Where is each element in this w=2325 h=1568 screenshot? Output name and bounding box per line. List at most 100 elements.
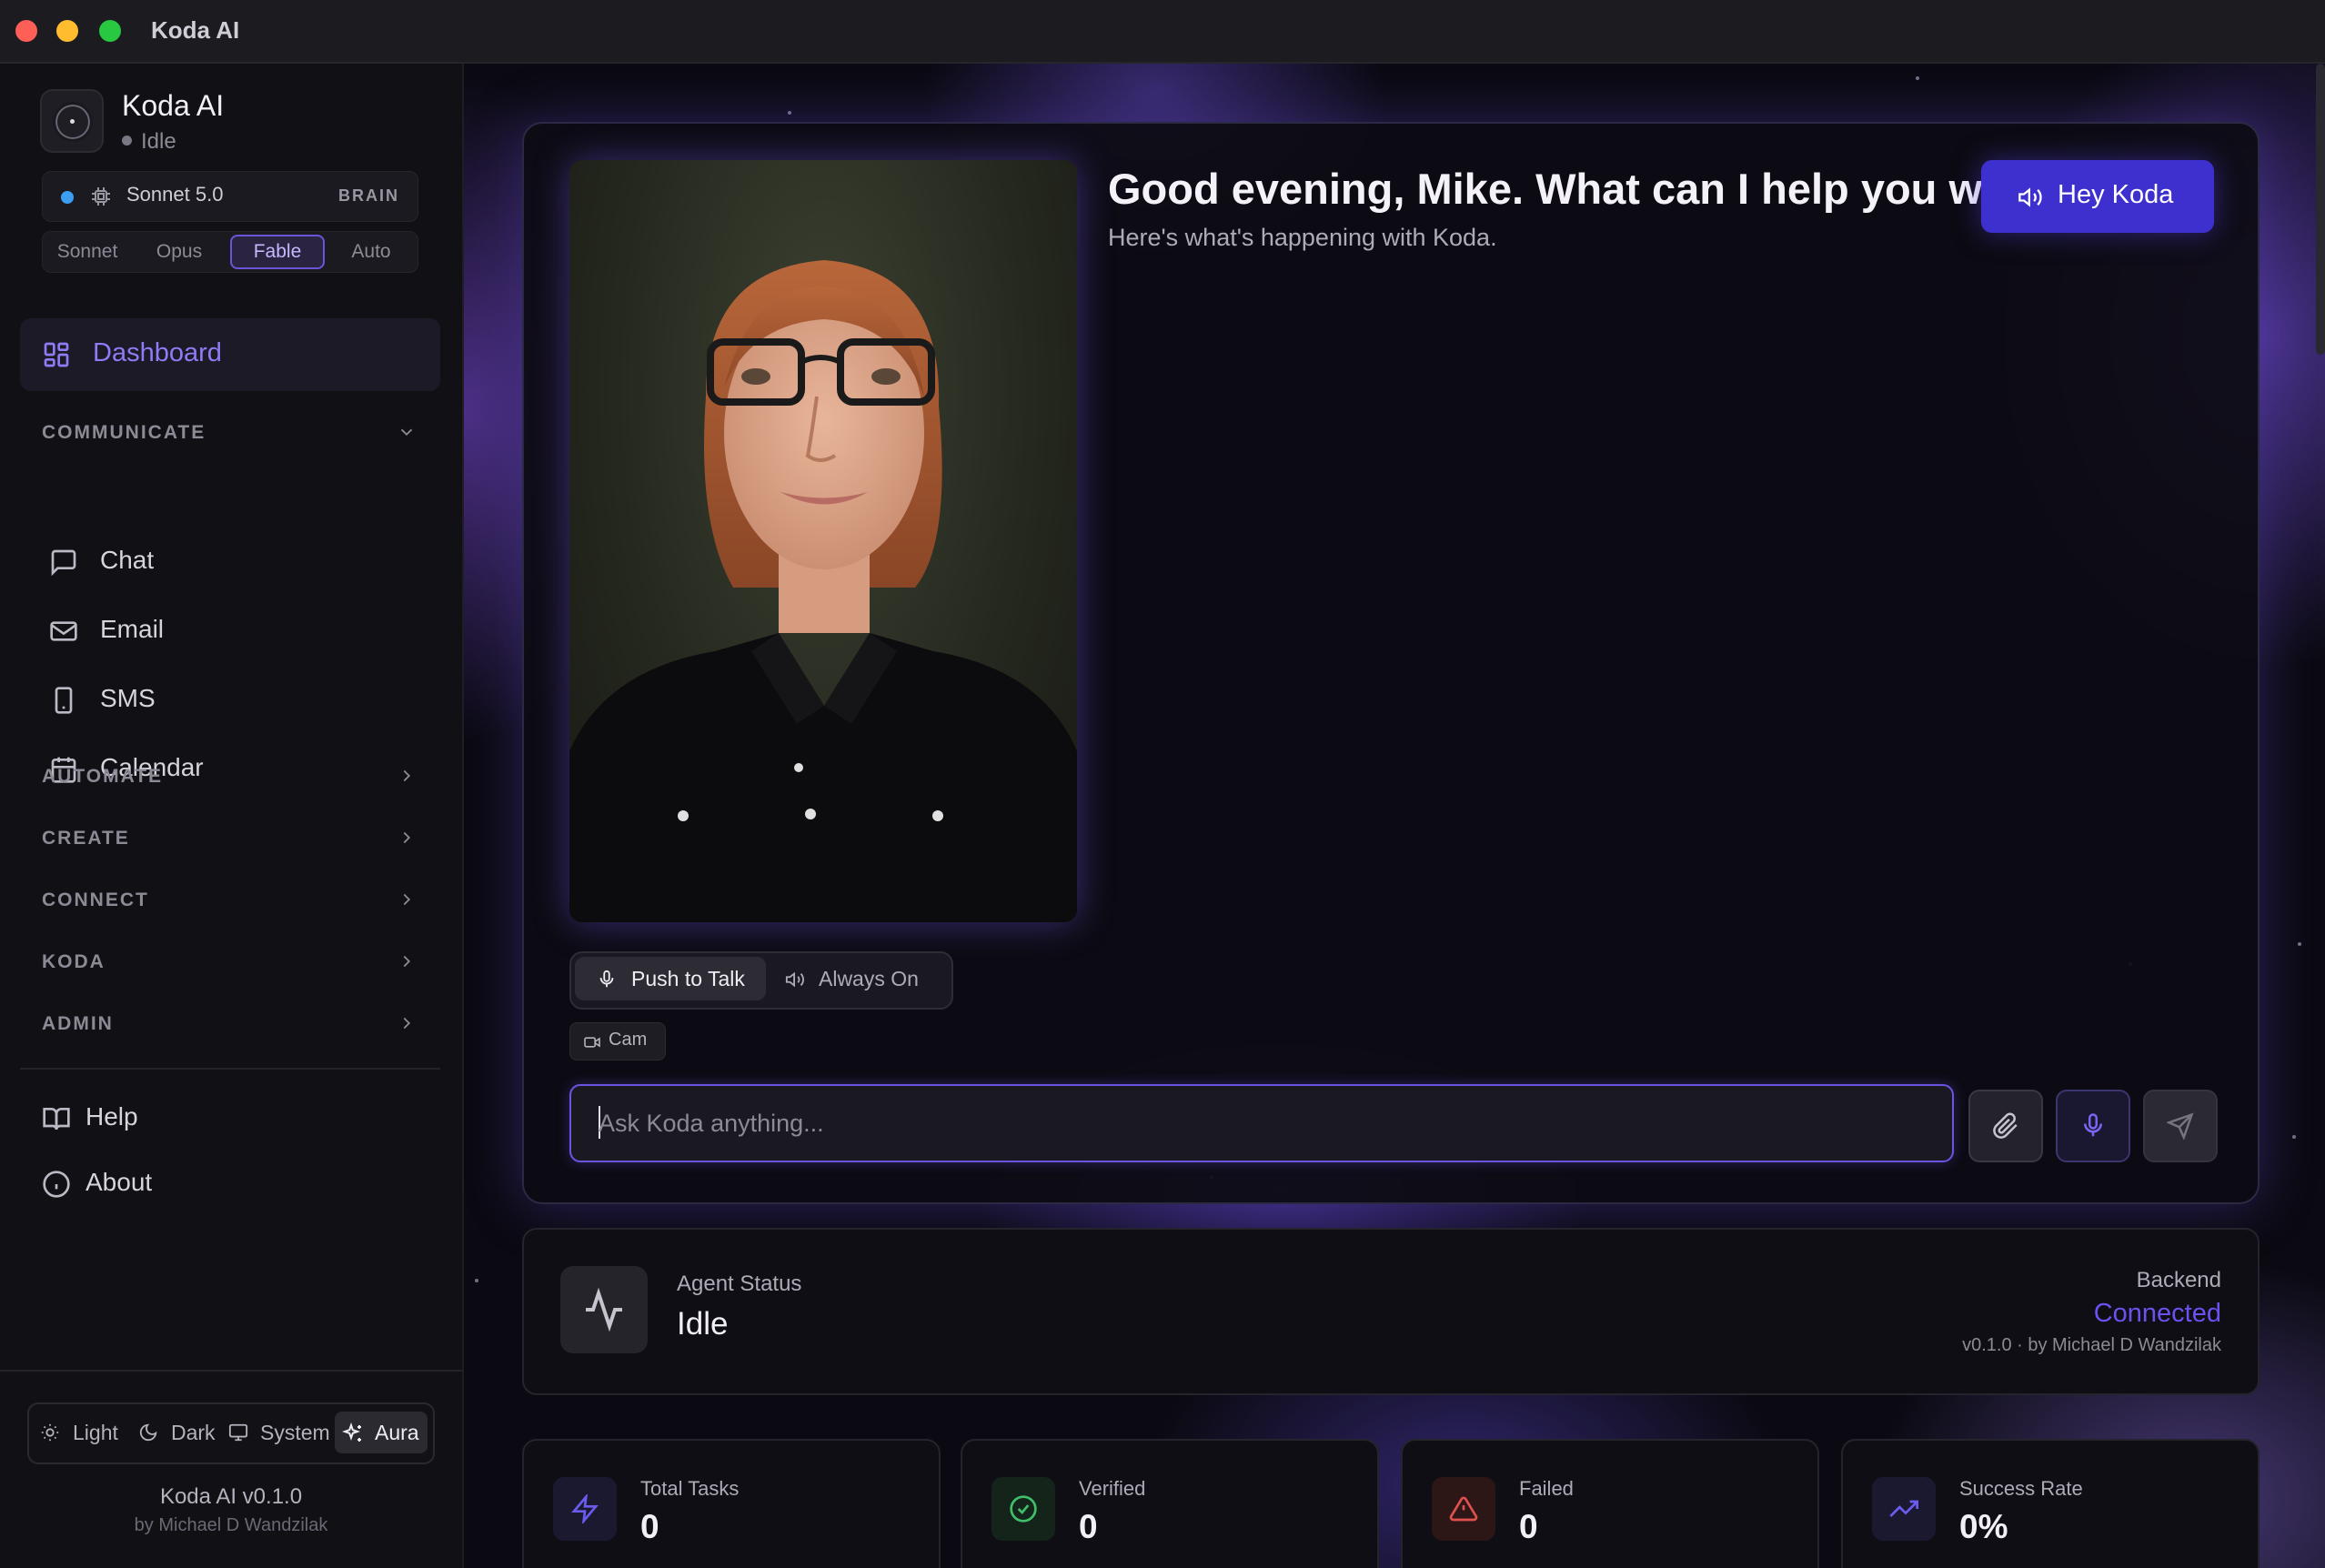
chat-input[interactable] [571,1086,1952,1161]
microphone-icon [597,970,617,990]
sidebar-item-dashboard[interactable]: Dashboard [20,318,440,391]
chevron-right-icon[interactable] [397,828,417,848]
window-title: Koda AI [151,16,240,44]
model-tab-fable[interactable]: Fable [230,235,325,269]
model-tab-opus[interactable]: Opus [145,236,214,267]
greeting-heading: Good evening, Mike. What can I help you … [1108,165,2035,213]
section-admin[interactable]: ADMIN [42,1013,114,1035]
voice-mode-label: Always On [819,967,919,990]
app-status-text: Idle [141,129,176,154]
theme-aura-button[interactable]: Aura [335,1412,428,1453]
stat-label: Total Tasks [640,1477,740,1500]
sidebar-item-label: Email [100,615,165,643]
send-button[interactable] [2143,1090,2218,1162]
sidebar-item-email[interactable]: Email [42,602,424,657]
book-icon [42,1104,71,1133]
bolt-icon [553,1477,617,1541]
stat-label: Failed [1519,1477,1574,1500]
model-tab-sonnet[interactable]: Sonnet [48,236,126,267]
model-tabs: Sonnet Opus Fable Auto [42,231,418,273]
chat-icon [49,548,78,577]
dashboard-icon [42,340,71,369]
section-automate[interactable]: AUTOMATE [42,766,163,788]
minimize-window-button[interactable] [56,20,78,42]
app-version: Koda AI v0.1.0 [159,1484,303,1509]
main-content: Good evening, Mike. What can I help you … [464,64,2325,1568]
sidebar-item-label: About [86,1168,153,1196]
mail-icon [49,617,78,646]
hey-koda-button[interactable]: Hey Koda [1981,160,2214,233]
sidebar-item-help[interactable]: Help [35,1090,417,1144]
chevron-right-icon[interactable] [397,1013,417,1033]
chevron-down-icon[interactable] [397,422,417,442]
sidebar: Koda AI Idle Sonnet 5.0 BRAIN Sonnet Opu… [0,64,464,1568]
paperclip-icon [1993,1112,2018,1139]
model-indicator-dot [61,191,74,204]
theme-system-button[interactable]: System [220,1412,331,1453]
close-window-button[interactable] [15,20,37,42]
theme-light-button[interactable]: Light [33,1412,127,1453]
chevron-right-icon[interactable] [397,890,417,910]
section-communicate[interactable]: COMMUNICATE [42,422,206,444]
hey-koda-label: Hey Koda [2058,180,2174,209]
monitor-icon [227,1422,249,1442]
model-tab-auto[interactable]: Auto [330,236,412,267]
theme-label: Light [73,1421,118,1444]
always-on-button[interactable]: Always On [771,957,948,1000]
voice-input-button[interactable] [2056,1090,2130,1162]
assistant-avatar [569,160,1077,922]
stat-card-success-rate: Success Rate 0% [1841,1439,2260,1568]
cam-toggle-button[interactable]: Cam [569,1022,666,1060]
attach-button[interactable] [1968,1090,2043,1162]
theme-label: System [260,1421,330,1444]
video-camera-icon [583,1035,601,1050]
scrollbar[interactable] [2316,64,2325,355]
stat-card-total-tasks: Total Tasks 0 [522,1439,941,1568]
app-logo-icon [40,89,104,153]
agent-status-label: Agent Status [677,1271,802,1296]
sidebar-item-label: SMS [100,684,156,712]
stat-value: 0 [640,1508,659,1545]
sidebar-item-label: Chat [100,546,155,574]
speaker-icon [2016,185,2045,210]
stat-label: Success Rate [1959,1477,2083,1500]
sidebar-item-about[interactable]: About [35,1155,417,1210]
section-koda[interactable]: KODA [42,951,106,973]
activity-icon [560,1266,648,1353]
stat-value: 0 [1079,1508,1098,1545]
zoom-window-button[interactable] [99,20,121,42]
info-icon [42,1170,71,1199]
check-circle-icon [991,1477,1055,1541]
model-selector[interactable]: Sonnet 5.0 BRAIN [42,171,418,222]
status-dot-icon [122,136,132,146]
hero-card: Good evening, Mike. What can I help you … [522,122,2260,1204]
model-name: Sonnet 5.0 [126,183,224,206]
stat-card-verified: Verified 0 [961,1439,1379,1568]
push-to-talk-button[interactable]: Push to Talk [575,957,766,1000]
model-tag: BRAIN [338,186,399,205]
cam-label: Cam [609,1030,648,1050]
theme-switcher: Light Dark System Aura [27,1402,435,1464]
sidebar-item-chat[interactable]: Chat [42,533,424,588]
agent-status-card: Agent Status Idle Backend Connected v0.1… [522,1228,2260,1395]
section-create[interactable]: CREATE [42,828,130,849]
moon-icon [138,1422,158,1442]
stat-label: Verified [1079,1477,1146,1500]
stat-value: 0 [1519,1508,1538,1545]
sparkles-icon [342,1422,364,1444]
sidebar-item-sms[interactable]: SMS [42,671,424,726]
alert-triangle-icon [1432,1477,1495,1541]
theme-label: Dark [171,1421,216,1444]
phone-icon [49,686,78,715]
title-bar: Koda AI [0,0,2325,64]
backend-label: Backend [2136,1268,2221,1292]
chevron-right-icon[interactable] [397,766,417,786]
section-connect[interactable]: CONNECT [42,890,149,911]
backend-status: Connected [2093,1299,2221,1328]
theme-dark-button[interactable]: Dark [131,1412,222,1453]
voice-mode-toggle: Push to Talk Always On [569,951,953,1010]
sidebar-item-label: Dashboard [93,338,222,367]
chevron-right-icon[interactable] [397,951,417,971]
chat-input-container [569,1084,1954,1162]
greeting-subtitle: Here's what's happening with Koda. [1108,224,1497,251]
